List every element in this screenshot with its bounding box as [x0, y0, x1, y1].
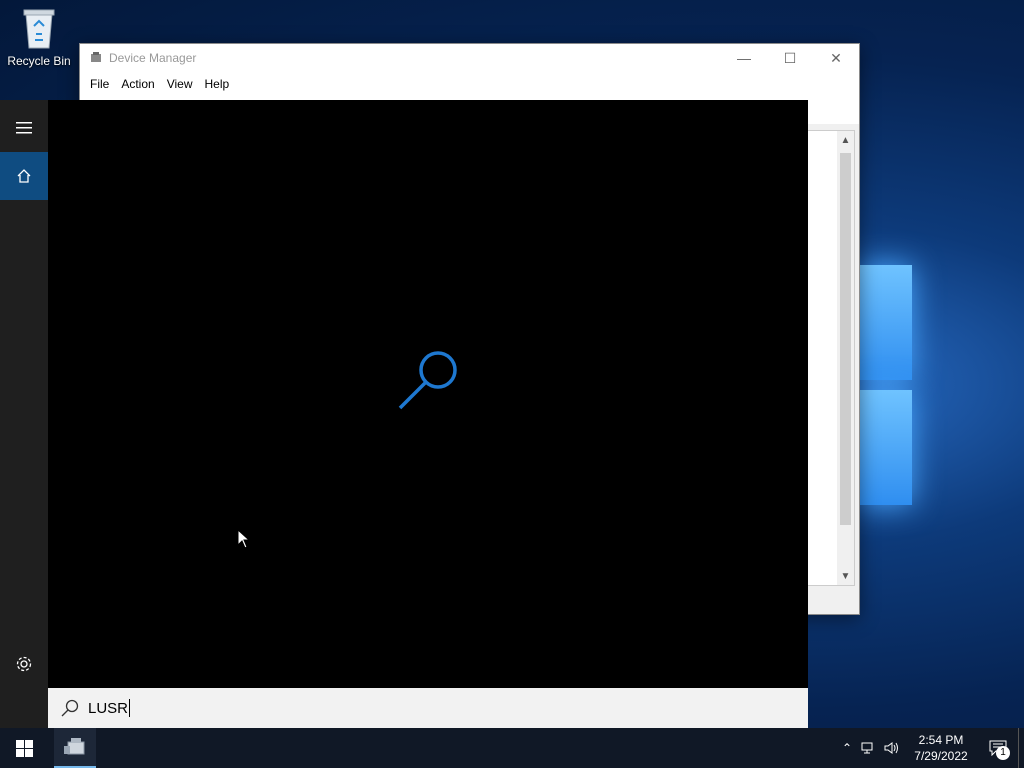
- menu-view[interactable]: View: [161, 77, 199, 91]
- notification-count-badge: 1: [996, 746, 1010, 760]
- window-titlebar[interactable]: Device Manager — ☐ ✕: [80, 44, 859, 72]
- menu-help[interactable]: Help: [199, 77, 236, 91]
- start-rail: [0, 100, 48, 728]
- recycle-bin-label: Recycle Bin: [7, 54, 71, 68]
- show-desktop-button[interactable]: [1018, 728, 1024, 768]
- hamburger-icon: [16, 122, 32, 134]
- device-manager-icon: [89, 51, 103, 65]
- search-icon: [61, 699, 79, 717]
- scroll-up-icon[interactable]: ▲: [837, 131, 854, 149]
- vertical-scrollbar[interactable]: ▲ ▼: [837, 131, 854, 585]
- menu-file[interactable]: File: [84, 77, 115, 91]
- close-button[interactable]: ✕: [813, 44, 859, 72]
- action-center-button[interactable]: 1: [982, 728, 1014, 768]
- recycle-bin-icon: [22, 6, 56, 50]
- windows-start-icon: [15, 739, 33, 757]
- mouse-cursor-icon: [237, 529, 251, 549]
- gear-icon: [16, 656, 32, 672]
- maximize-button[interactable]: ☐: [767, 44, 813, 72]
- window-title: Device Manager: [109, 51, 197, 65]
- show-hidden-icons-chevron-icon[interactable]: ⌃: [836, 728, 858, 768]
- menu-bar: File Action View Help: [80, 72, 859, 96]
- text-caret: [129, 699, 131, 717]
- start-button[interactable]: [0, 728, 48, 768]
- start-search-panel: LUSR: [0, 100, 808, 728]
- search-query-text: LUSR: [88, 699, 129, 717]
- clock-date: 7/29/2022: [914, 749, 968, 763]
- volume-icon[interactable]: [880, 728, 902, 768]
- network-icon[interactable]: [858, 728, 880, 768]
- windows-wallpaper-logo: [860, 255, 915, 510]
- search-input[interactable]: LUSR: [48, 688, 808, 728]
- home-button[interactable]: [0, 152, 48, 200]
- system-tray: ⌃ 2:54 PM 7/29/2022 1: [836, 728, 1024, 768]
- device-manager-taskbar-icon: [64, 738, 85, 755]
- taskbar-device-manager[interactable]: [54, 728, 96, 768]
- menu-action[interactable]: Action: [115, 77, 160, 91]
- clock-time: 2:54 PM: [918, 733, 964, 747]
- home-icon: [17, 169, 31, 183]
- scroll-down-icon[interactable]: ▼: [837, 567, 854, 585]
- search-placeholder-icon: [396, 346, 462, 412]
- scroll-thumb[interactable]: [840, 153, 851, 525]
- minimize-button[interactable]: —: [721, 44, 767, 72]
- taskbar-clock[interactable]: 2:54 PM 7/29/2022: [906, 732, 976, 764]
- settings-button[interactable]: [0, 640, 48, 688]
- taskbar: ⌃ 2:54 PM 7/29/2022 1: [0, 728, 1024, 768]
- recycle-bin-shortcut[interactable]: Recycle Bin: [4, 6, 74, 68]
- hamburger-menu-button[interactable]: [0, 104, 48, 152]
